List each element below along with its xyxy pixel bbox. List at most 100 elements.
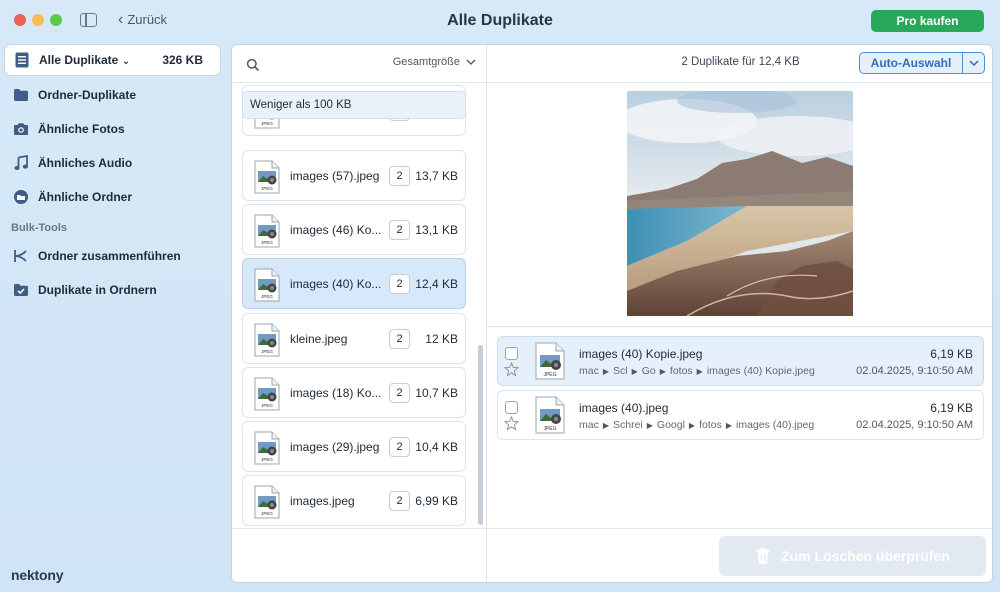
duplicate-file-size: 6,19 KB (930, 347, 973, 361)
jpeg-file-icon: JPEG (253, 485, 281, 524)
duplicate-file-name: images (40) Kopie.jpeg (579, 347, 703, 361)
duplicate-group-row[interactable]: JPEG images (57).jpeg 2 13,7 KB (242, 150, 466, 201)
path-segment[interactable]: mac (579, 419, 599, 431)
path-chevron-icon: ▶ (631, 366, 638, 376)
file-type-label: JPEG (543, 426, 556, 432)
folder-icon (13, 87, 29, 103)
sidebar-item-label: Ähnliches Audio (38, 156, 133, 170)
duplicate-count-badge: 2 (389, 383, 410, 403)
star-icon[interactable] (504, 362, 519, 377)
path-segment[interactable]: Schrei (613, 419, 643, 431)
duplicate-group-row[interactable]: JPEG images.jpeg 2 6,99 KB (242, 475, 466, 526)
sort-label: Gesamtgröße (392, 56, 460, 68)
path-segment[interactable]: images (40).jpeg (736, 419, 814, 431)
sidebar-item-all-duplicates[interactable]: Alle Duplikate ⌄ 326 KB (4, 44, 221, 76)
review-for-deletion-button[interactable]: Zum Löschen überprüfen (719, 536, 986, 576)
sidebar-item-similar-photos[interactable]: Ähnliche Fotos (4, 113, 221, 145)
duplicates-list: Weniger als 100 KB JPEGimages (16) Ko...… (232, 83, 486, 528)
auto-select-button[interactable]: Auto-Auswahl (859, 52, 985, 74)
duplicate-file-size: 6,19 KB (930, 401, 973, 415)
path-chevron-icon: ▶ (646, 420, 653, 430)
duplicate-group-row[interactable]: JPEG images (40) Ko... 2 12,4 KB (242, 258, 466, 309)
close-window-button[interactable] (14, 14, 26, 26)
file-type-label: JPEG (261, 294, 273, 299)
duplicate-file-date: 02.04.2025, 9:10:50 AM (856, 365, 973, 377)
path-segment[interactable]: mac (579, 365, 599, 377)
sidebar-toggle-icon[interactable] (80, 13, 97, 27)
folders-icon (13, 189, 29, 205)
path-segment[interactable]: Googl (657, 419, 685, 431)
file-type-label: JPEG (261, 121, 273, 126)
path-segment[interactable]: Scl (613, 365, 628, 377)
path-segment[interactable]: fotos (670, 365, 693, 377)
select-checkbox[interactable] (505, 401, 518, 414)
sidebar-item-similar-folders[interactable]: Ähnliche Ordner (4, 181, 221, 213)
duplicate-group-row[interactable]: JPEG images (46) Ko... 2 13,1 KB (242, 204, 466, 255)
sidebar-item-folder-duplicates[interactable]: Ordner-Duplikate (4, 79, 221, 111)
duplicate-file-row[interactable]: JPEG images (40) Kopie.jpeg mac ▶ Scl ▶ Go… (497, 336, 984, 386)
group-size: 10,4 KB (415, 440, 458, 454)
group-file-name: images (46) Ko... (290, 223, 382, 237)
duplicate-count-badge: 2 (389, 166, 410, 186)
duplicate-group-row[interactable]: JPEG kleine.jpeg 2 12 KB (242, 313, 466, 364)
file-type-label: JPEG (261, 349, 273, 354)
star-icon[interactable] (504, 416, 519, 431)
jpeg-file-icon: JPEG (253, 377, 281, 416)
group-file-name: kleine.jpeg (290, 332, 348, 346)
jpeg-file-icon: JPEG (534, 342, 566, 385)
group-file-name: images.jpeg (290, 494, 355, 508)
path-chevron-icon: ▶ (602, 420, 609, 430)
back-label: Zurück (127, 12, 168, 27)
duplicate-file-name: images (40).jpeg (579, 401, 669, 415)
sidebar-item-merge-folders[interactable]: Ordner zusammenführen (4, 240, 221, 272)
main-panel: Gesamtgröße Weniger als 100 KB JPEGimage… (231, 44, 993, 583)
path-segment[interactable]: fotos (699, 419, 722, 431)
sidebar: Alle Duplikate ⌄ 326 KB Ordner-Duplikate… (0, 42, 228, 592)
path-chevron-icon: ▶ (659, 366, 666, 376)
merge-icon (13, 248, 29, 264)
path-segment[interactable]: images (40) Kopie.jpeg (707, 365, 815, 377)
select-checkbox[interactable] (505, 347, 518, 360)
search-icon[interactable] (246, 58, 260, 72)
size-group-header: Weniger als 100 KB (242, 91, 466, 119)
camera-icon (13, 121, 29, 137)
list-scrollbar[interactable] (478, 345, 483, 525)
file-type-label: JPEG (261, 186, 273, 191)
group-size: 13,1 KB (415, 223, 458, 237)
group-file-name: images (18) Ko... (290, 386, 382, 400)
sidebar-item-label: Ähnliche Ordner (38, 190, 133, 204)
duplicate-file-date: 02.04.2025, 9:10:50 AM (856, 419, 973, 431)
minimize-window-button[interactable] (32, 14, 44, 26)
duplicate-group-row[interactable]: JPEG images (29).jpeg 2 10,4 KB (242, 421, 466, 472)
sidebar-item-label: Duplikate in Ordnern (38, 283, 157, 297)
sidebar-item-duplicates-in-folders[interactable]: Duplikate in Ordnern (4, 274, 221, 306)
sort-dropdown[interactable]: Gesamtgröße (393, 56, 476, 68)
group-file-name: images (29).jpeg (290, 440, 380, 454)
jpeg-file-icon: JPEG (253, 431, 281, 470)
path-chevron-icon: ▶ (696, 366, 703, 376)
group-file-name: images (57).jpeg (290, 169, 380, 183)
auto-select-label: Auto-Auswahl (860, 53, 963, 73)
buy-pro-button[interactable]: Pro kaufen (871, 10, 984, 32)
group-size: 12 KB (425, 332, 458, 346)
review-for-deletion-label: Zum Löschen überprüfen (781, 548, 950, 564)
zoom-window-button[interactable] (50, 14, 62, 26)
brand-logo: nektony (11, 567, 64, 583)
auto-select-menu-button[interactable] (963, 53, 984, 73)
path-chevron-icon: ▶ (688, 420, 696, 430)
path-chevron-icon: ▶ (725, 420, 732, 430)
jpeg-file-icon: JPEG (253, 160, 281, 199)
path-segment[interactable]: Go (642, 365, 656, 377)
jpeg-file-icon: JPEG (534, 396, 566, 439)
list-header: Gesamtgröße (232, 45, 486, 83)
chevron-down-icon (968, 60, 979, 66)
back-button[interactable]: ‹ Zurück (118, 11, 168, 27)
duplicate-count-badge: 2 (389, 274, 410, 294)
file-path: mac ▶ Schrei ▶ Googl ▶ fotos ▶ images (40).j… (579, 419, 814, 431)
duplicate-file-row[interactable]: JPEG images (40).jpeg mac ▶ Schrei ▶ Googl… (497, 390, 984, 440)
folder-check-icon (13, 282, 29, 298)
sidebar-item-similar-audio[interactable]: Ähnliches Audio (4, 147, 221, 179)
image-preview (627, 91, 853, 316)
chevron-down-icon (466, 59, 476, 65)
duplicate-group-row[interactable]: JPEG images (18) Ko... 2 10,7 KB (242, 367, 466, 418)
